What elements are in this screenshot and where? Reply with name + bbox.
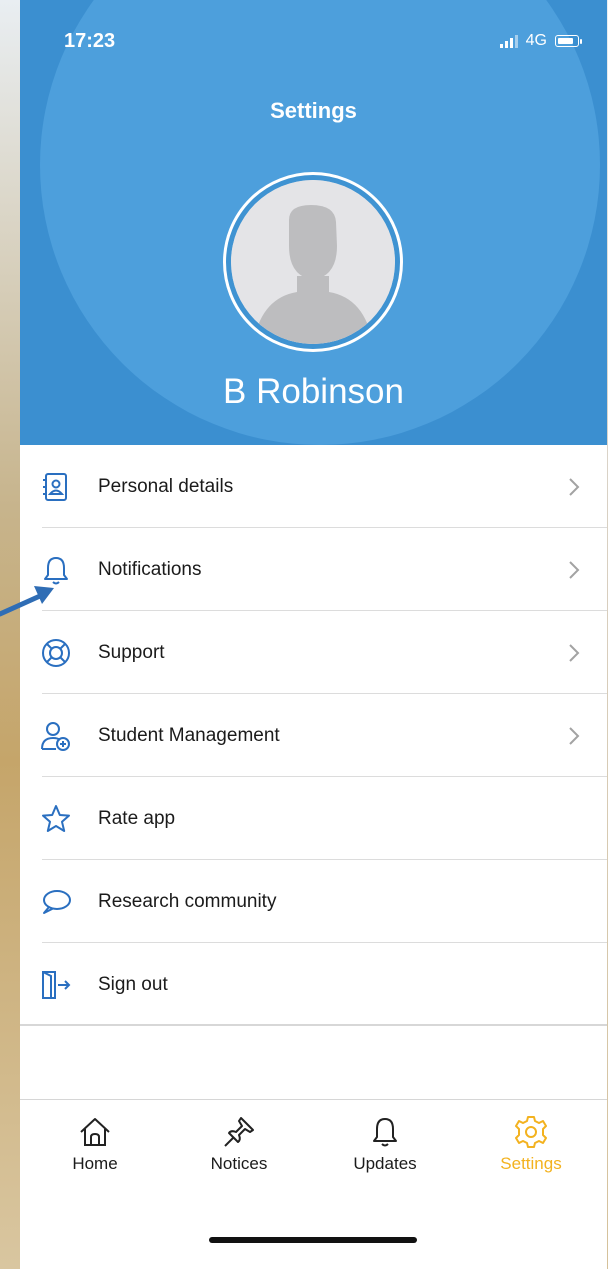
settings-menu: Personal details Notifications Support S… (20, 445, 607, 1026)
tab-label: Updates (353, 1154, 417, 1173)
menu-item-rate-app[interactable]: Rate app (20, 777, 607, 860)
menu-item-label: Notifications (98, 558, 202, 580)
status-time: 17:23 (64, 30, 116, 52)
page-title: Settings (270, 98, 357, 123)
lifebuoy-icon (42, 639, 70, 667)
background-edge (0, 0, 20, 1269)
user-silhouette-icon (231, 180, 395, 344)
chevron-right-icon (569, 727, 580, 745)
bell-icon (373, 1118, 397, 1147)
tab-bar: Home Notices Updates Settings (20, 1099, 607, 1269)
contact-card-icon (43, 473, 67, 501)
pin-icon (224, 1117, 254, 1147)
chevron-right-icon (569, 644, 580, 662)
user-name: B Robinson (223, 372, 404, 411)
profile-header: 17:23 4G Settings B Robinson (20, 0, 607, 445)
menu-item-sign-out[interactable]: Sign out (20, 943, 607, 1026)
menu-item-label: Sign out (98, 973, 168, 995)
menu-item-personal-details[interactable]: Personal details (20, 445, 607, 528)
gear-icon (515, 1116, 547, 1148)
menu-item-label: Student Management (98, 724, 280, 746)
user-add-icon (41, 722, 70, 751)
status-indicators: 4G (499, 32, 582, 50)
tab-home[interactable]: Home (40, 1114, 150, 1174)
battery-icon (555, 35, 582, 47)
avatar[interactable] (223, 172, 403, 352)
star-icon (42, 805, 70, 832)
menu-item-notifications[interactable]: Notifications (20, 528, 607, 611)
tab-notices[interactable]: Notices (184, 1114, 294, 1174)
sign-out-icon (42, 971, 71, 999)
home-icon (80, 1118, 110, 1146)
chevron-right-icon (569, 478, 580, 496)
menu-item-research-community[interactable]: Research community (20, 860, 607, 943)
network-type: 4G (525, 32, 547, 49)
menu-item-label: Research community (98, 890, 277, 912)
chat-bubble-icon (43, 890, 71, 914)
divider (20, 1024, 607, 1026)
menu-item-label: Personal details (98, 475, 234, 497)
menu-item-label: Support (98, 641, 165, 663)
tab-label: Notices (210, 1154, 268, 1173)
menu-item-student-management[interactable]: Student Management (20, 694, 607, 777)
tab-label: Settings (500, 1154, 562, 1173)
tab-label: Home (72, 1154, 118, 1173)
pointer-arrow-annotation (0, 586, 54, 617)
tab-settings[interactable]: Settings (476, 1114, 586, 1174)
signal-icon (499, 34, 518, 48)
tab-updates[interactable]: Updates (330, 1114, 440, 1174)
chevron-right-icon (569, 561, 580, 579)
menu-item-support[interactable]: Support (20, 611, 607, 694)
phone-screen: 17:23 4G Settings B Robinson Personal de… (20, 0, 607, 1269)
menu-item-label: Rate app (98, 807, 176, 829)
home-indicator (209, 1237, 417, 1243)
